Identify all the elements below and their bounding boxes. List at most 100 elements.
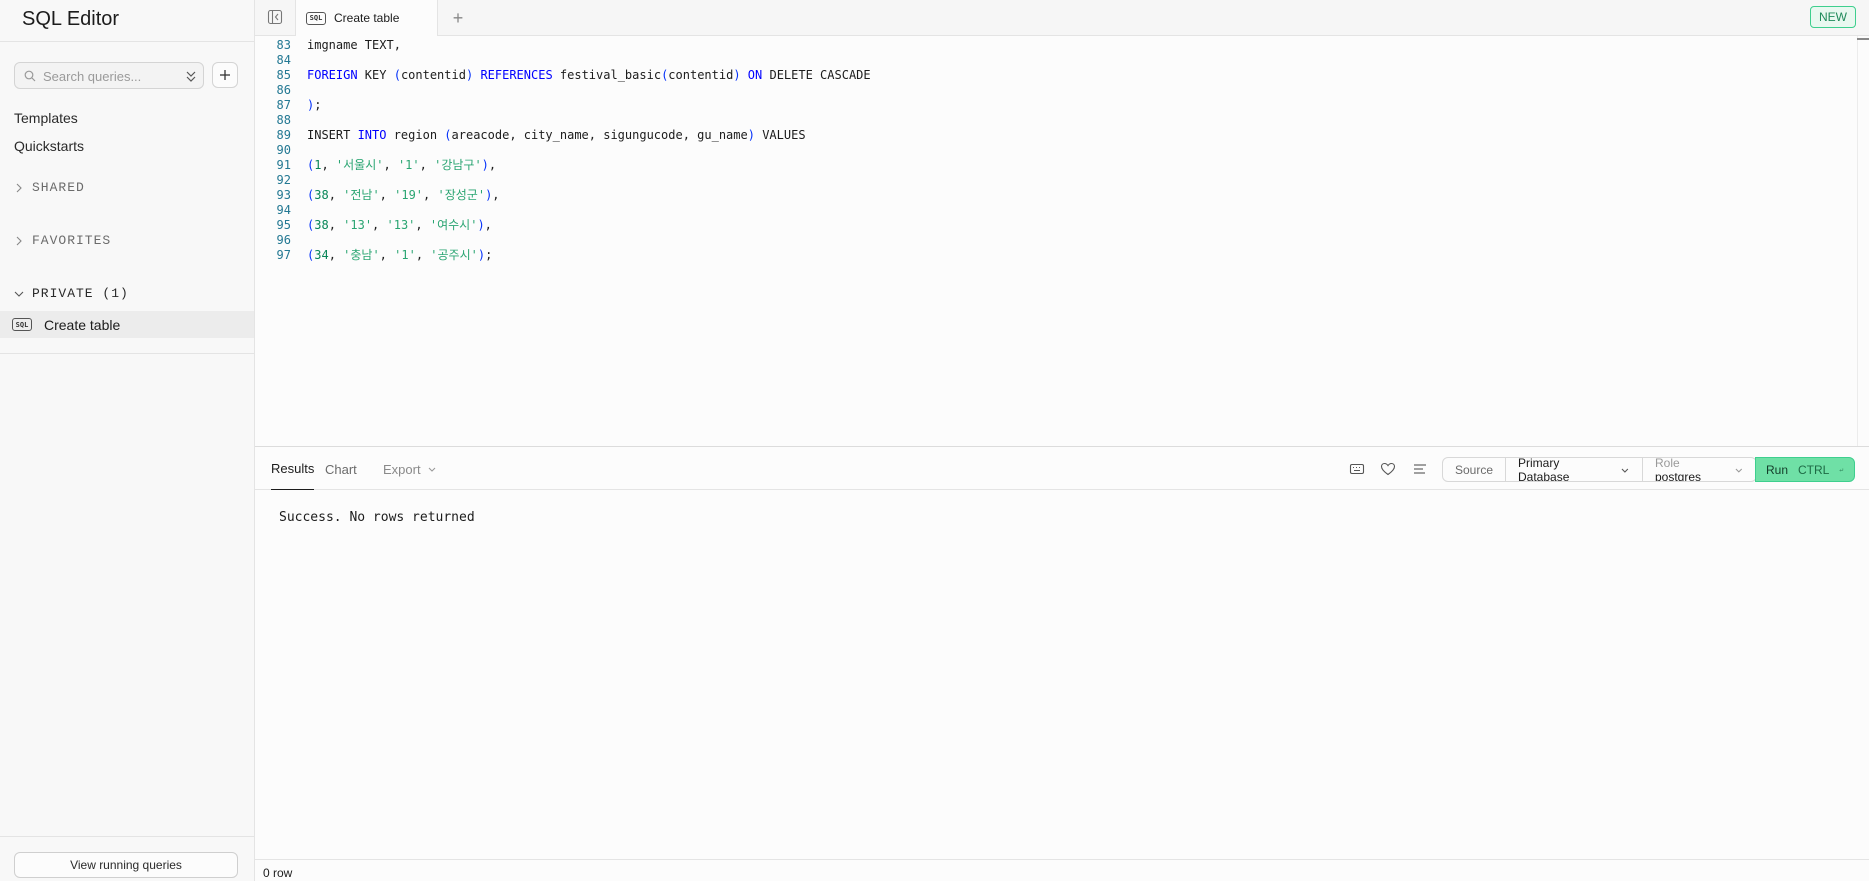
plus-icon xyxy=(220,70,230,80)
code-token: , xyxy=(379,188,395,202)
view-running-queries-button[interactable]: View running queries xyxy=(14,852,238,878)
chevron-down-icon xyxy=(1735,468,1743,473)
status-bar: 0 row xyxy=(255,859,1869,881)
code-editor[interactable]: 83 imgname TEXT, 84 85 FOREIGN KEY (contenti… xyxy=(255,36,1869,446)
code-token: 38 xyxy=(314,218,329,232)
tab-bar: SQL Create table + NEW xyxy=(255,0,1869,36)
code-token: '전남' xyxy=(343,188,380,202)
filter-chevrons-icon[interactable] xyxy=(185,69,197,83)
role-label: Role xyxy=(1655,457,1680,470)
code-text: FOREIGN KEY (contentid) REFERENCES festi… xyxy=(307,66,871,84)
code-token: ; xyxy=(314,98,322,112)
code-token: festival_basic xyxy=(552,68,662,82)
add-query-button[interactable] xyxy=(212,62,238,88)
tab-create-table[interactable]: SQL Create table xyxy=(295,0,438,36)
format-lines-icon[interactable] xyxy=(1412,461,1428,477)
code-token: ) xyxy=(477,218,485,232)
export-label: Export xyxy=(383,461,421,477)
code-token: ; xyxy=(485,248,493,262)
code-line[interactable]: 97 (34, '충남', '1', '공주시'); xyxy=(255,246,493,264)
code-token: imgname TEXT, xyxy=(307,38,401,52)
private-section-label: PRIVATE (1) xyxy=(32,286,129,301)
sidebar-item-create-table[interactable]: SQL Create table xyxy=(0,311,254,338)
code-token: , xyxy=(379,248,395,262)
private-section-toggle[interactable]: PRIVATE (1) xyxy=(14,286,129,301)
code-text: (38, '13', '13', '여수시'), xyxy=(307,216,492,234)
code-token: ) xyxy=(733,68,741,82)
sidebar-toggle-icon[interactable] xyxy=(267,9,283,25)
favorites-section-label: FAVORITES xyxy=(32,233,112,248)
code-token: KEY xyxy=(357,68,394,82)
code-token: , xyxy=(484,218,492,232)
code-text: (38, '전남', '19', '장성군'), xyxy=(307,186,500,204)
tab-chart[interactable]: Chart xyxy=(325,447,357,491)
search-icon xyxy=(24,70,36,82)
code-token: , xyxy=(383,158,398,172)
code-text: ); xyxy=(307,96,321,114)
code-token: '공주시' xyxy=(430,248,478,262)
code-token: , xyxy=(372,218,387,232)
templates-link[interactable]: Templates xyxy=(14,110,78,126)
role-value: postgres xyxy=(1655,469,1702,482)
results-toolbar: Results Chart Export Source Primary Data… xyxy=(255,446,1869,491)
heart-icon[interactable] xyxy=(1380,461,1396,477)
line-number: 97 xyxy=(276,248,291,262)
code-token: '여수시' xyxy=(429,218,478,232)
database-select[interactable]: Primary Database xyxy=(1506,458,1643,481)
code-token: , xyxy=(415,248,431,262)
code-token: 34 xyxy=(314,248,329,262)
tab-results[interactable]: Results xyxy=(271,447,315,491)
search-input[interactable] xyxy=(43,67,183,85)
code-token: ) xyxy=(747,128,755,142)
source-label: Source xyxy=(1443,458,1506,481)
code-token: , xyxy=(328,188,344,202)
sidebar-item-label: Create table xyxy=(44,316,121,333)
code-token: '13' xyxy=(386,218,416,232)
quickstarts-link[interactable]: Quickstarts xyxy=(14,138,84,154)
export-dropdown[interactable]: Export xyxy=(383,447,437,491)
code-token: '충남' xyxy=(343,248,380,262)
sidebar-divider xyxy=(0,836,255,837)
code-token: ) xyxy=(481,158,489,172)
code-token: , xyxy=(492,188,500,202)
code-text: INSERT INTO region (areacode, city_name,… xyxy=(307,126,806,144)
chevron-down-icon xyxy=(428,467,435,472)
code-token: ( xyxy=(393,68,401,82)
role-select[interactable]: Role postgres xyxy=(1643,458,1756,481)
code-token: '13' xyxy=(343,218,373,232)
code-token: '장성군' xyxy=(437,188,486,202)
editor-scrollbar[interactable] xyxy=(1857,36,1869,446)
code-token: '강남구' xyxy=(434,158,482,172)
code-token: ) xyxy=(477,248,486,262)
chevron-right-icon xyxy=(16,236,22,245)
code-token: '서울시' xyxy=(335,158,384,172)
code-text: (34, '충남', '1', '공주시'); xyxy=(307,246,492,264)
code-line[interactable]: 89 INSERT INTO region (areacode, city_nam… xyxy=(255,126,806,144)
code-token: contentid xyxy=(668,68,734,82)
sidebar-divider xyxy=(0,41,255,42)
new-badge[interactable]: NEW xyxy=(1810,6,1856,28)
keyboard-icon[interactable] xyxy=(1349,461,1365,477)
code-token: , xyxy=(419,158,435,172)
code-token: , xyxy=(328,248,344,262)
new-tab-button[interactable]: + xyxy=(448,8,468,28)
chevron-right-icon xyxy=(16,183,22,192)
code-token: INTO xyxy=(357,128,387,142)
code-token: areacode, city_name, sigungucode, gu_nam… xyxy=(451,128,748,142)
run-shortcut: CTRL xyxy=(1798,462,1830,477)
shared-section-toggle[interactable]: SHARED xyxy=(14,180,85,195)
shared-section-label: SHARED xyxy=(32,180,85,195)
code-text: imgname TEXT, xyxy=(307,36,401,54)
favorites-section-toggle[interactable]: FAVORITES xyxy=(14,233,111,248)
run-button[interactable]: Run CTRL xyxy=(1755,457,1855,482)
results-panel: Success. No rows returned xyxy=(255,490,1869,859)
run-label: Run xyxy=(1766,462,1789,477)
tab-label: Create table xyxy=(334,11,400,25)
enter-key-icon xyxy=(1839,467,1844,472)
sidebar-title: SQL Editor xyxy=(22,8,120,30)
code-line[interactable]: 85 FOREIGN KEY (contentid) REFERENCES fes… xyxy=(255,66,871,84)
search-box xyxy=(14,62,204,89)
code-token: , xyxy=(328,218,344,232)
code-token: , xyxy=(415,218,430,232)
